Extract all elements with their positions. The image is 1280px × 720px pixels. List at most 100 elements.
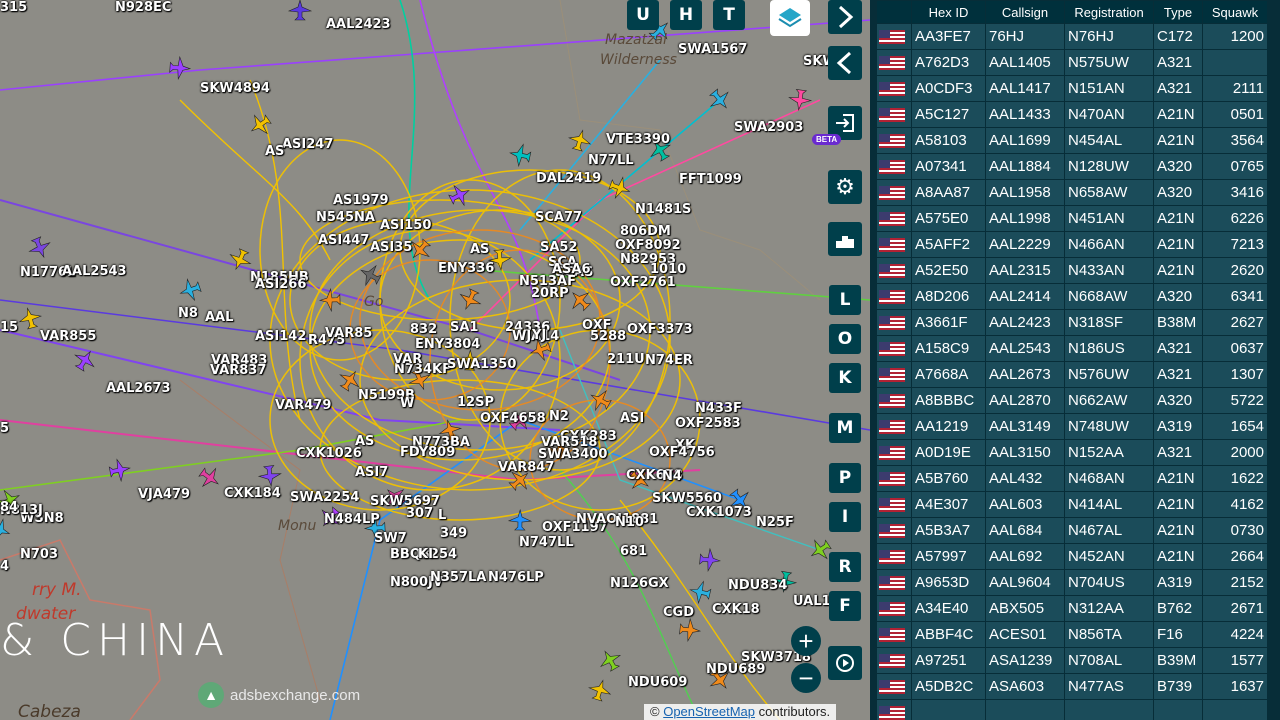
table-row[interactable]: A5AFF2 AAL2229 N466AN A21N 7213 (877, 232, 1267, 257)
replay-button[interactable] (828, 646, 862, 680)
aircraft-icon[interactable] (169, 55, 192, 81)
aircraft-label[interactable]: AS (265, 144, 284, 159)
aircraft-label[interactable]: AS1979 (333, 193, 389, 208)
aircraft-label[interactable]: L (438, 508, 446, 523)
aircraft-label[interactable]: SA52 (540, 240, 578, 255)
aircraft-label[interactable]: SWA1567 (678, 42, 747, 57)
aircraft-label[interactable]: 5288 (590, 329, 626, 344)
aircraft-label[interactable]: W (400, 396, 414, 411)
aircraft-label[interactable]: N928EC (115, 0, 171, 15)
aircraft-label[interactable]: ASI150 (380, 218, 431, 233)
layers-button[interactable] (770, 0, 810, 36)
aircraft-label[interactable]: N74ER (645, 353, 693, 368)
table-row[interactable]: A07341 AAL1884 N128UW A320 0765 (877, 154, 1267, 179)
aircraft-label[interactable]: 681 (620, 544, 647, 559)
aircraft-label[interactable]: 12SP (457, 395, 494, 410)
aircraft-label[interactable]: 20RP (531, 286, 569, 301)
aircraft-label[interactable]: OXF2583 (675, 416, 741, 431)
aircraft-label[interactable]: SWA2254 (290, 490, 359, 505)
table-row[interactable]: A762D3 AAL1405 N575UW A321 (877, 50, 1267, 75)
column-header-callsign[interactable]: Callsign (986, 1, 1064, 23)
aircraft-label[interactable]: OXF2761 (610, 275, 676, 290)
table-row[interactable]: A0CDF3 AAL1417 N151AN A321 2111 (877, 76, 1267, 101)
toggle-k-button[interactable]: K (829, 363, 861, 393)
aircraft-label[interactable]: N433F (695, 401, 742, 416)
aircraft-label[interactable]: ASI247 (282, 137, 333, 152)
aircraft-label[interactable]: N1481S (635, 202, 691, 217)
aircraft-icon[interactable] (245, 110, 274, 139)
toggle-f-button[interactable]: F (829, 591, 861, 621)
aircraft-label[interactable]: SA1 (450, 320, 478, 335)
aircraft-label[interactable]: CGD (663, 605, 694, 620)
table-row[interactable]: A34E40 ABX505 N312AA B762 2671 (877, 596, 1267, 621)
aircraft-icon[interactable] (595, 646, 624, 674)
aircraft-label[interactable]: ASI447 (318, 233, 369, 248)
aircraft-label[interactable]: N357LA (430, 570, 486, 585)
toggle-l-button[interactable]: L (829, 285, 861, 315)
table-row[interactable]: A8BBBC AAL2870 N662AW A320 5722 (877, 388, 1267, 413)
table-row[interactable]: A5C127 AAL1433 N470AN A21N 0501 (877, 102, 1267, 127)
aircraft-label[interactable]: VAR (393, 352, 422, 367)
table-row[interactable] (877, 700, 1267, 720)
aircraft-label[interactable]: N25F (756, 515, 794, 530)
aircraft-icon[interactable] (0, 516, 13, 544)
aircraft-icon[interactable] (257, 465, 282, 488)
aircraft-label[interactable]: ASI35 (370, 240, 412, 255)
aircraft-label[interactable]: OXF4756 (649, 445, 715, 460)
zoom-in-button[interactable]: + (791, 626, 821, 656)
aircraft-icon[interactable] (587, 677, 614, 703)
table-row[interactable]: A0D19E AAL3150 N152AA A321 2000 (877, 440, 1267, 465)
table-row[interactable]: AA3FE7 76HJ N76HJ C172 1200 (877, 24, 1267, 49)
aircraft-label[interactable]: ENY336 (438, 261, 494, 276)
aircraft-icon[interactable] (177, 276, 203, 303)
aircraft-label[interactable]: CXK18 (712, 602, 760, 617)
aircraft-label[interactable]: 349 (440, 526, 467, 541)
table-row[interactable]: A97251 ASA1239 N708AL B39M 1577 (877, 648, 1267, 673)
aircraft-icon[interactable] (567, 127, 594, 152)
aircraft-label[interactable]: N8 (178, 306, 198, 321)
aircraft-label[interactable]: N77LL (588, 153, 634, 168)
toggle-o-button[interactable]: O (829, 324, 861, 354)
aircraft-label[interactable]: NDU834 (728, 578, 787, 593)
table-row[interactable]: A4E307 AAL603 N414AL A21N 4162 (877, 492, 1267, 517)
aircraft-label[interactable]: SCA77 (535, 210, 582, 225)
aircraft-label[interactable]: CXK1073 (686, 505, 752, 520)
aircraft-label[interactable]: N545NA (316, 210, 375, 225)
aircraft-icon[interactable] (507, 508, 533, 531)
aircraft-icon[interactable] (287, 0, 313, 21)
table-row[interactable]: ABBF4C ACES01 N856TA F16 4224 (877, 622, 1267, 647)
toggle-r-button[interactable]: R (829, 552, 861, 582)
table-row[interactable]: A5B3A7 AAL684 N467AL A21N 0730 (877, 518, 1267, 543)
aircraft-label[interactable]: ASI7 (355, 465, 388, 480)
aircraft-label[interactable]: YJ (532, 328, 546, 343)
aircraft-label[interactable]: OXF3373 (627, 322, 693, 337)
aircraft-label[interactable]: ENY3804 (415, 337, 480, 352)
aircraft-label[interactable]: N10 (615, 515, 644, 530)
aircraft-label[interactable]: OXF8092 (615, 238, 681, 253)
aircraft-icon[interactable] (108, 457, 132, 483)
aircraft-label[interactable]: OXF4658 (480, 411, 546, 426)
aircraft-label[interactable]: 307 (406, 506, 433, 521)
aircraft-icon[interactable] (17, 305, 43, 330)
aircraft-label[interactable]: N476LP (488, 570, 544, 585)
aircraft-icon[interactable] (788, 89, 813, 112)
expand-right-button[interactable] (828, 0, 862, 34)
aircraft-label[interactable]: ASI266 (255, 277, 306, 292)
aircraft-label[interactable]: VAR85 (325, 326, 372, 341)
table-row[interactable]: A8D206 AAL2414 N668AW A320 6341 (877, 284, 1267, 309)
column-header-registration[interactable]: Registration (1065, 1, 1153, 23)
aircraft-label[interactable]: DAL2419 (536, 171, 601, 186)
aircraft-label[interactable]: AAL (205, 310, 233, 325)
column-header-hex-id[interactable]: Hex ID (912, 1, 985, 23)
aircraft-label[interactable]: 806DM (620, 224, 671, 239)
aircraft-label[interactable]: VAR479 (275, 398, 331, 413)
aircraft-label[interactable]: 315 (0, 0, 27, 15)
ranking-button[interactable] (828, 222, 862, 256)
toggle-i-button[interactable]: I (829, 502, 861, 532)
aircraft-label[interactable]: AAL2673 (106, 381, 171, 396)
aircraft-label[interactable]: SKW5560 (652, 491, 722, 506)
layer-button-h[interactable]: H (670, 0, 702, 30)
table-row[interactable]: A9653D AAL9604 N704US A319 2152 (877, 570, 1267, 595)
aircraft-label[interactable]: AAL2543 (62, 264, 127, 279)
aircraft-label[interactable]: KI (418, 547, 433, 562)
